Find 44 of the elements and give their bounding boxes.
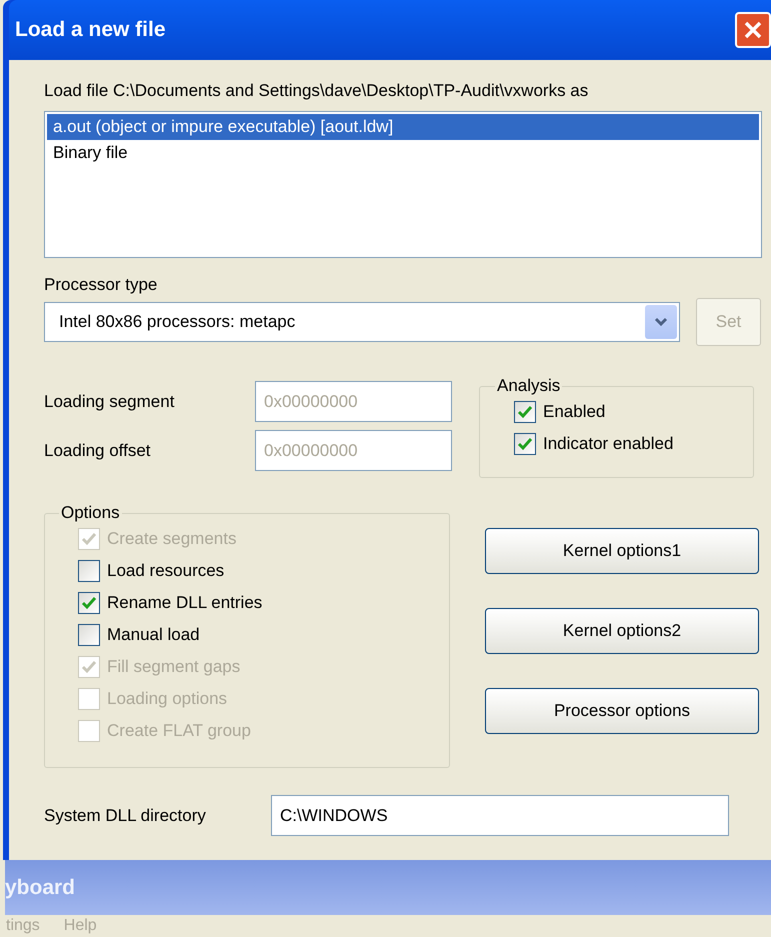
check-icon xyxy=(81,660,97,674)
checkbox-row[interactable]: Indicator enabled xyxy=(514,428,745,460)
checkbox-label: Indicator enabled xyxy=(543,433,674,456)
push-button[interactable]: Kernel options2 xyxy=(485,608,759,654)
checkbox-row[interactable]: Load resources xyxy=(78,555,441,587)
group-title: Analysis xyxy=(496,376,562,396)
field-label: Processor type xyxy=(44,274,158,296)
checkbox-label: Manual load xyxy=(107,624,200,646)
checkbox-row[interactable]: Enabled xyxy=(514,396,745,428)
close-button[interactable] xyxy=(735,12,771,48)
checkbox-label: Rename DLL entries xyxy=(107,592,262,614)
processor-dropdown[interactable]: Intel 80x86 processors: metapc xyxy=(44,302,680,342)
checkbox[interactable] xyxy=(514,401,536,423)
checkbox[interactable] xyxy=(78,624,100,646)
list-item[interactable]: Binary file xyxy=(47,140,759,166)
checkbox-label: Enabled xyxy=(543,401,606,424)
input-field[interactable]: C:\WINDOWS xyxy=(271,795,729,836)
check-icon xyxy=(81,596,97,610)
checkbox-label: Loading options xyxy=(107,688,228,710)
close-icon xyxy=(743,20,763,40)
checkbox-label: Create FLAT group xyxy=(107,720,251,742)
window-title: yboard xyxy=(5,874,76,901)
checkbox-label: Create segments xyxy=(107,528,236,550)
window-title: Load a new file xyxy=(15,17,166,44)
list-item[interactable]: a.out (object or impure executable) [aout.ldw] xyxy=(47,114,759,140)
checkbox-row[interactable]: Rename DLL entries xyxy=(78,587,441,619)
group-title: Options xyxy=(60,503,121,523)
push-button[interactable]: Processor options xyxy=(485,688,759,734)
push-button[interactable]: Kernel options1 xyxy=(485,528,759,574)
dropdown-value: Intel 80x86 processors: metapc xyxy=(59,311,296,334)
checkbox[interactable] xyxy=(78,592,100,614)
checkbox-row[interactable]: Manual load xyxy=(78,619,441,651)
check-icon xyxy=(517,437,533,451)
field-label: System DLL directory xyxy=(44,804,207,827)
file-type-list[interactable]: a.out (object or impure executable) [aout.ldw] Binary file xyxy=(44,111,762,258)
check-icon xyxy=(81,532,97,546)
field-label: Loading segment xyxy=(44,390,176,413)
file-label: Load file C:\Documents and Settings\dave\Desktop\TP-Audit\vxworks as xyxy=(44,80,590,102)
check-icon xyxy=(517,405,533,419)
checkbox[interactable] xyxy=(514,433,536,455)
checkbox[interactable] xyxy=(78,560,100,582)
field-label: Loading offset xyxy=(44,440,152,462)
checkbox-label: Fill segment gaps xyxy=(107,656,240,678)
checkbox-label: Load resources xyxy=(107,560,224,582)
